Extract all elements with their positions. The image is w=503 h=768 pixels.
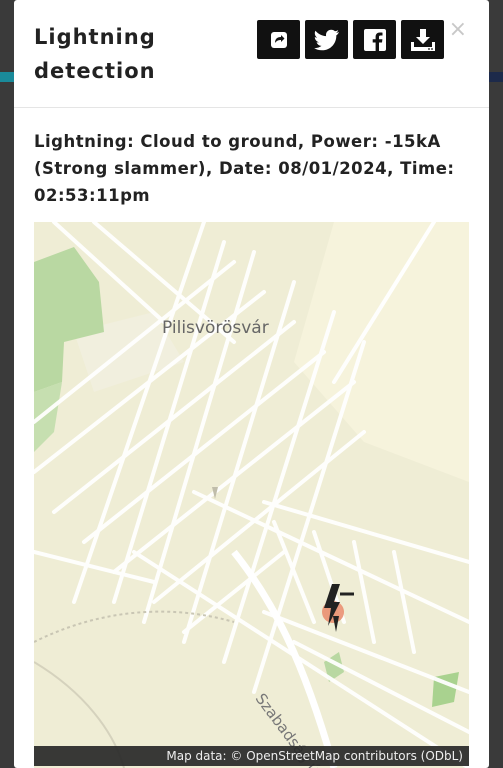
twitter-button[interactable]	[305, 20, 348, 59]
map-attribution[interactable]: Map data: © OpenStreetMap contributors (…	[34, 746, 469, 766]
map-view[interactable]: Pilisvörösvár Szabadság ú Map data: © Op…	[34, 222, 469, 768]
action-buttons	[257, 20, 444, 59]
town-label: Pilisvörösvár	[162, 318, 269, 338]
lightning-modal: Lightning detection × Lightning: Cloud t…	[14, 0, 489, 768]
modal-title: Lightning detection	[34, 25, 156, 83]
facebook-icon	[363, 28, 386, 51]
modal-body: Lightning: Cloud to ground, Power: -15kA…	[14, 108, 489, 209]
lightning-description: Lightning: Cloud to ground, Power: -15kA…	[34, 132, 455, 205]
twitter-icon	[313, 29, 339, 50]
modal-header: Lightning detection ×	[14, 0, 489, 108]
map-tiles	[34, 222, 469, 768]
download-button[interactable]	[401, 20, 444, 59]
close-button[interactable]: ×	[449, 16, 467, 44]
lightning-strike-icon	[322, 584, 354, 632]
facebook-button[interactable]	[353, 20, 396, 59]
backdrop-accent-left	[0, 72, 14, 82]
download-icon	[410, 28, 435, 51]
share-button[interactable]	[257, 20, 300, 59]
share-icon	[270, 31, 287, 48]
backdrop-accent-right	[489, 72, 503, 82]
